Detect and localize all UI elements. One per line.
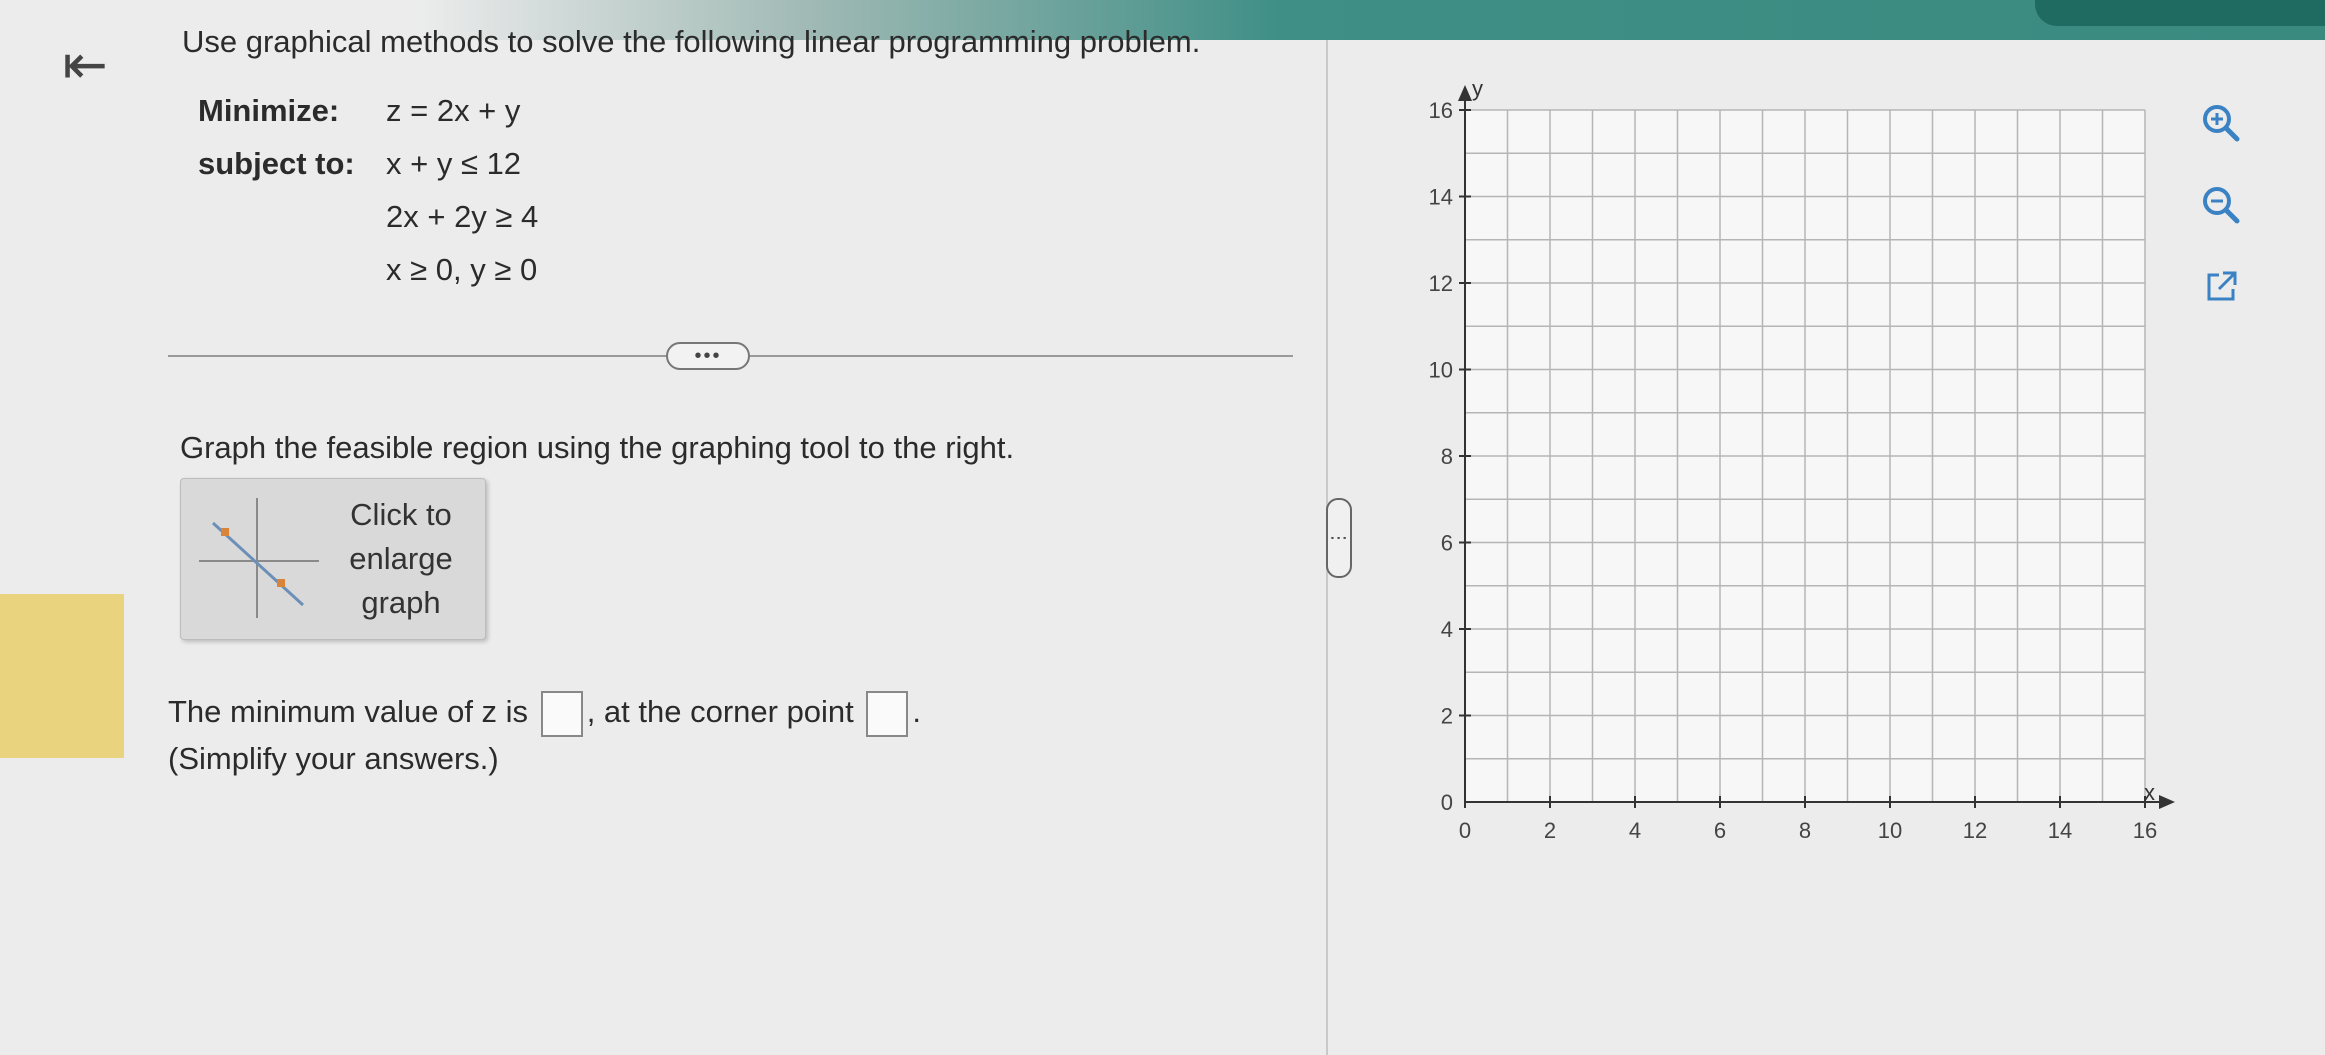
x-tick-label: 10 [1878, 818, 1902, 843]
y-tick-label: 12 [1429, 271, 1453, 296]
x-tick-label: 12 [1963, 818, 1987, 843]
objective-function: z = 2x + y [386, 93, 521, 128]
constraint-3: x ≥ 0, y ≥ 0 [386, 252, 538, 287]
enlarge-graph-label: Click to enlarge graph [349, 497, 453, 620]
answer-prefix: The minimum value of z is [168, 694, 529, 729]
x-tick-label: 8 [1799, 818, 1811, 843]
y-axis-arrow-icon [1458, 85, 1472, 101]
expand-more-button[interactable]: ••• [666, 342, 750, 370]
x-tick-label: 4 [1629, 818, 1641, 843]
y-axis-label: y [1472, 76, 1483, 101]
problem-statement: Minimize: z = 2x + y subject to: x + y ≤… [198, 84, 538, 296]
x-axis-label: x [2144, 780, 2155, 805]
y-tick-label: 4 [1441, 617, 1453, 642]
top-bar-pill [2035, 0, 2325, 26]
graphing-tool[interactable]: 0 2 4 6 8 10 12 14 16 0 2 4 6 8 10 12 14 16 x y [1370, 60, 2200, 880]
y-tick-label: 14 [1429, 185, 1453, 210]
corner-point-input[interactable] [866, 690, 909, 737]
min-value-input[interactable] [540, 690, 583, 737]
answer-section: The minimum value of z is , at the corne… [168, 690, 921, 781]
minimize-label: Minimize: [198, 93, 340, 128]
y-tick-label: 2 [1441, 704, 1453, 729]
zoom-in-icon [2203, 105, 2240, 142]
enlarge-graph-button[interactable]: Click to enlarge graph [180, 478, 486, 640]
x-tick-label: 6 [1714, 818, 1726, 843]
y-tick-label: 8 [1441, 444, 1453, 469]
x-tick-label: 16 [2133, 818, 2157, 843]
x-tick-label: 2 [1544, 818, 1556, 843]
external-link-icon [2207, 271, 2237, 301]
graph-grid [1465, 109, 2146, 802]
left-highlight-strip [0, 594, 124, 758]
answer-middle: , at the corner point [586, 694, 854, 729]
y-tick-label: 6 [1441, 531, 1453, 556]
graph-thumbnail-icon [199, 498, 319, 618]
x-tick-label: 14 [2048, 818, 2072, 843]
y-tick-label: 16 [1429, 98, 1453, 123]
zoom-out-icon [2203, 187, 2240, 224]
question-text: Use graphical methods to solve the follo… [182, 24, 1201, 59]
back-to-start-button[interactable]: ⇤ [52, 34, 118, 95]
y-tick-label: 0 [1441, 790, 1453, 815]
constraint-1: x + y ≤ 12 [386, 146, 522, 181]
constraint-2: 2x + 2y ≥ 4 [386, 199, 539, 234]
arrow-left-to-bar-icon: ⇤ [62, 34, 108, 95]
y-tick-label: 10 [1429, 358, 1453, 383]
x-tick-label: 0 [1459, 818, 1471, 843]
answer-suffix: . [912, 694, 922, 729]
simplify-note: (Simplify your answers.) [168, 740, 499, 776]
subject-to-label: subject to: [198, 146, 355, 181]
zoom-in-button[interactable] [2196, 98, 2246, 148]
x-axis-arrow-icon [2159, 795, 2175, 809]
zoom-out-button[interactable] [2196, 180, 2246, 230]
open-external-button[interactable] [2196, 262, 2246, 312]
instruction-text: Graph the feasible region using the grap… [180, 430, 1015, 465]
panel-resize-handle[interactable]: ⋮ [1326, 498, 1352, 578]
